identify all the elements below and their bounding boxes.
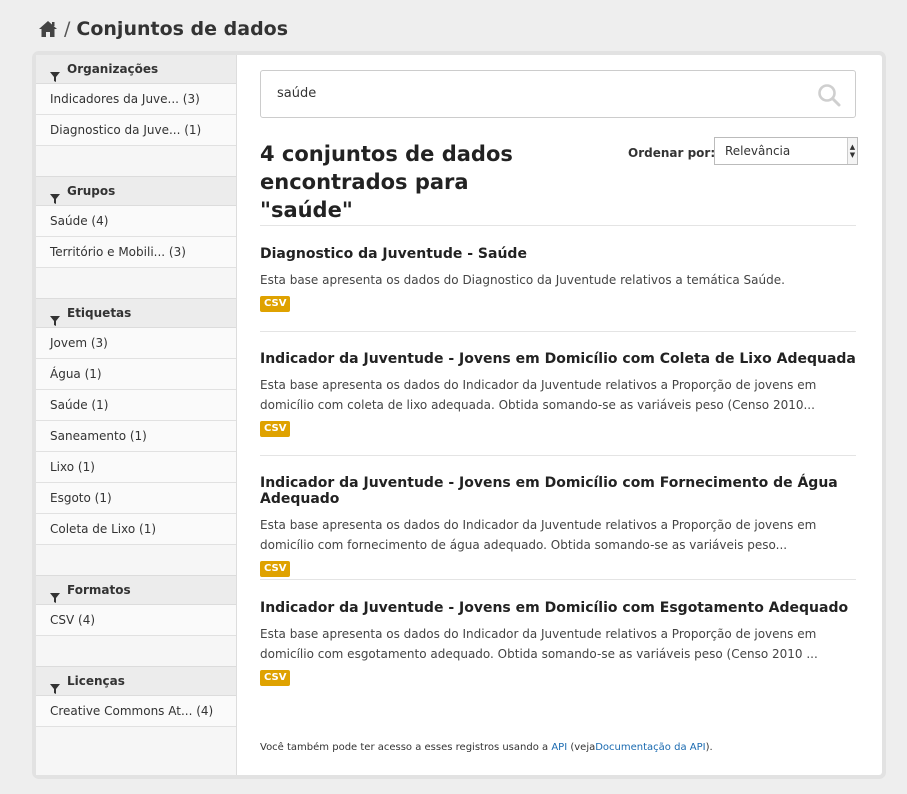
filter-icon	[50, 308, 60, 326]
api-docs-link[interactable]: Documentação da API	[595, 742, 705, 753]
divider	[260, 579, 856, 580]
divider	[260, 455, 856, 456]
results-main: saúde 4 conjuntos de dados encontrados p…	[260, 55, 858, 775]
facet-sidebar: Organizações Indicadores da Juve... (3) …	[36, 55, 237, 775]
breadcrumb: / Conjuntos de dados	[38, 18, 288, 40]
search-input[interactable]: saúde	[260, 70, 856, 118]
filter-icon	[50, 64, 60, 82]
facet-item[interactable]: Água (1)	[36, 359, 236, 390]
order-by-label: Ordenar por:	[628, 146, 716, 160]
dataset-item: Indicador da Juventude - Jovens em Domic…	[260, 475, 856, 577]
facet-spacer	[36, 268, 236, 298]
divider	[260, 225, 856, 226]
filter-icon	[50, 585, 60, 603]
facet-item[interactable]: Coleta de Lixo (1)	[36, 514, 236, 545]
order-by-select[interactable]: Relevância ▲ ▼	[714, 137, 858, 165]
facet-heading-licencas: Licenças	[36, 666, 236, 696]
facet-heading-grupos: Grupos	[36, 176, 236, 206]
facet-heading-label: Licenças	[67, 674, 125, 688]
facet-heading-label: Etiquetas	[67, 306, 132, 320]
facet-item[interactable]: Saneamento (1)	[36, 421, 236, 452]
home-icon[interactable]	[38, 20, 58, 38]
facet-item[interactable]: Jovem (3)	[36, 328, 236, 359]
select-arrows-icon: ▲ ▼	[847, 138, 857, 164]
facet-item[interactable]: Diagnostico da Juve... (1)	[36, 115, 236, 146]
api-note: Você também pode ter acesso a esses regi…	[260, 742, 713, 753]
dataset-title[interactable]: Indicador da Juventude - Jovens em Domic…	[260, 600, 856, 616]
breadcrumb-separator: /	[64, 18, 71, 40]
format-badge[interactable]: CSV	[260, 561, 291, 577]
facet-heading-organizacoes: Organizações	[36, 55, 236, 84]
facet-heading-formatos: Formatos	[36, 575, 236, 605]
facet-spacer	[36, 545, 236, 575]
content-card: Organizações Indicadores da Juve... (3) …	[36, 55, 882, 775]
dataset-title[interactable]: Diagnostico da Juventude - Saúde	[260, 246, 856, 262]
facet-heading-etiquetas: Etiquetas	[36, 298, 236, 328]
facet-spacer	[36, 146, 236, 176]
format-badge[interactable]: CSV	[260, 670, 291, 686]
api-note-prefix: Você também pode ter acesso a esses regi…	[260, 742, 549, 753]
facet-item[interactable]: Saúde (4)	[36, 206, 236, 237]
facet-item[interactable]: CSV (4)	[36, 605, 236, 636]
dataset-description: Esta base apresenta os dados do Indicado…	[260, 627, 818, 661]
dataset-description: Esta base apresenta os dados do Diagnost…	[260, 273, 785, 287]
api-note-suffix: ).	[705, 742, 713, 753]
search-query[interactable]: saúde	[277, 86, 316, 101]
api-link[interactable]: API	[551, 742, 567, 753]
dataset-item: Indicador da Juventude - Jovens em Domic…	[260, 351, 856, 437]
filter-icon	[50, 676, 60, 694]
divider	[260, 331, 856, 332]
dataset-title[interactable]: Indicador da Juventude - Jovens em Domic…	[260, 475, 856, 507]
facet-item[interactable]: Saúde (1)	[36, 390, 236, 421]
facet-item[interactable]: Creative Commons At... (4)	[36, 696, 236, 727]
dataset-title[interactable]: Indicador da Juventude - Jovens em Domic…	[260, 351, 856, 367]
format-badge[interactable]: CSV	[260, 296, 291, 312]
result-count-heading: 4 conjuntos de dados encontrados para "s…	[260, 142, 513, 222]
dataset-item: Diagnostico da Juventude - Saúde Esta ba…	[260, 246, 856, 312]
facet-heading-label: Formatos	[67, 583, 131, 597]
search-icon[interactable]	[817, 83, 841, 107]
facet-item[interactable]: Indicadores da Juve... (3)	[36, 84, 236, 115]
facet-heading-label: Organizações	[67, 62, 159, 76]
order-by-value: Relevância	[725, 144, 791, 158]
facet-spacer	[36, 636, 236, 666]
dataset-item: Indicador da Juventude - Jovens em Domic…	[260, 600, 856, 686]
dataset-description: Esta base apresenta os dados do Indicado…	[260, 518, 817, 552]
facet-heading-label: Grupos	[67, 184, 116, 198]
dataset-description: Esta base apresenta os dados do Indicado…	[260, 378, 817, 412]
facet-item[interactable]: Esgoto (1)	[36, 483, 236, 514]
facet-item[interactable]: Território e Mobili... (3)	[36, 237, 236, 268]
page-title[interactable]: Conjuntos de dados	[76, 18, 288, 40]
api-note-middle: (veja	[570, 742, 596, 753]
format-badge[interactable]: CSV	[260, 421, 291, 437]
facet-item[interactable]: Lixo (1)	[36, 452, 236, 483]
filter-icon	[50, 186, 60, 204]
